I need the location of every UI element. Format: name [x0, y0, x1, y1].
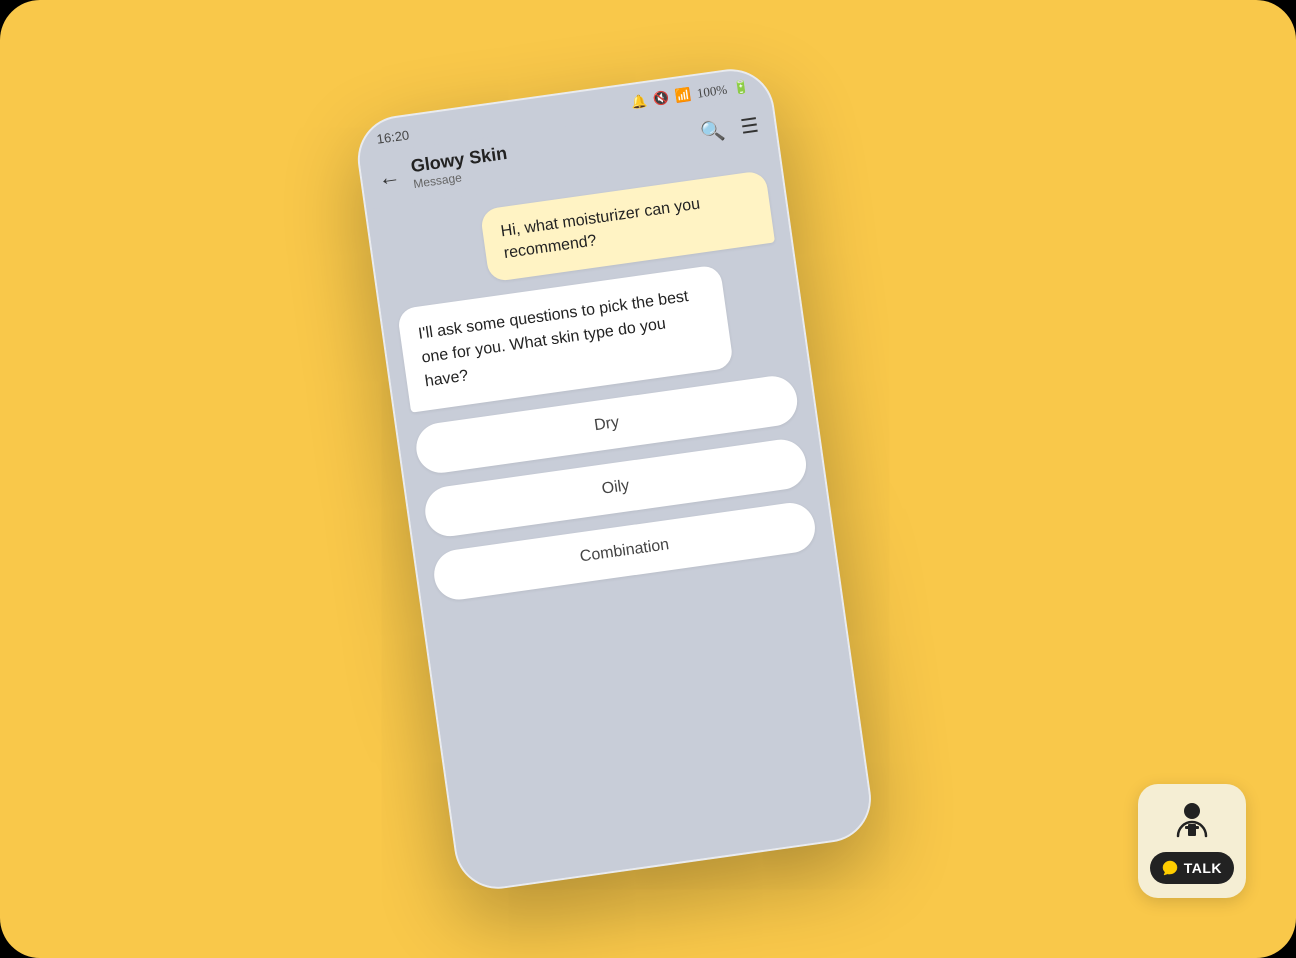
back-button[interactable]: ← [376, 163, 401, 192]
header-actions: 🔍 ☰ [699, 113, 761, 146]
menu-icon[interactable]: ☰ [739, 113, 760, 140]
battery-label: 100% [696, 82, 728, 102]
phone-wrapper: 16:20 🔔 🔇 📶 100% 🔋 ← Glowy Skin Message … [352, 64, 876, 895]
phone-frame: 16:20 🔔 🔇 📶 100% 🔋 ← Glowy Skin Message … [352, 64, 876, 895]
alarm-icon: 🔔 [630, 93, 648, 111]
chat-area: Hi, what moisturizer can you recommend? … [367, 152, 875, 892]
wifi-icon: 📶 [674, 87, 692, 105]
user-message-bubble: Hi, what moisturizer can you recommend? [480, 170, 775, 282]
talk-button[interactable]: TALK [1150, 852, 1234, 884]
status-time: 16:20 [376, 127, 410, 146]
talk-label: TALK [1184, 860, 1222, 876]
outer-background: 16:20 🔔 🔇 📶 100% 🔋 ← Glowy Skin Message … [0, 0, 1296, 958]
floating-widget: TALK [1138, 784, 1246, 898]
battery-icon: 🔋 [732, 79, 750, 97]
person-icon [1170, 798, 1214, 842]
mute-icon: 🔇 [652, 90, 670, 108]
search-icon[interactable]: 🔍 [699, 117, 727, 145]
